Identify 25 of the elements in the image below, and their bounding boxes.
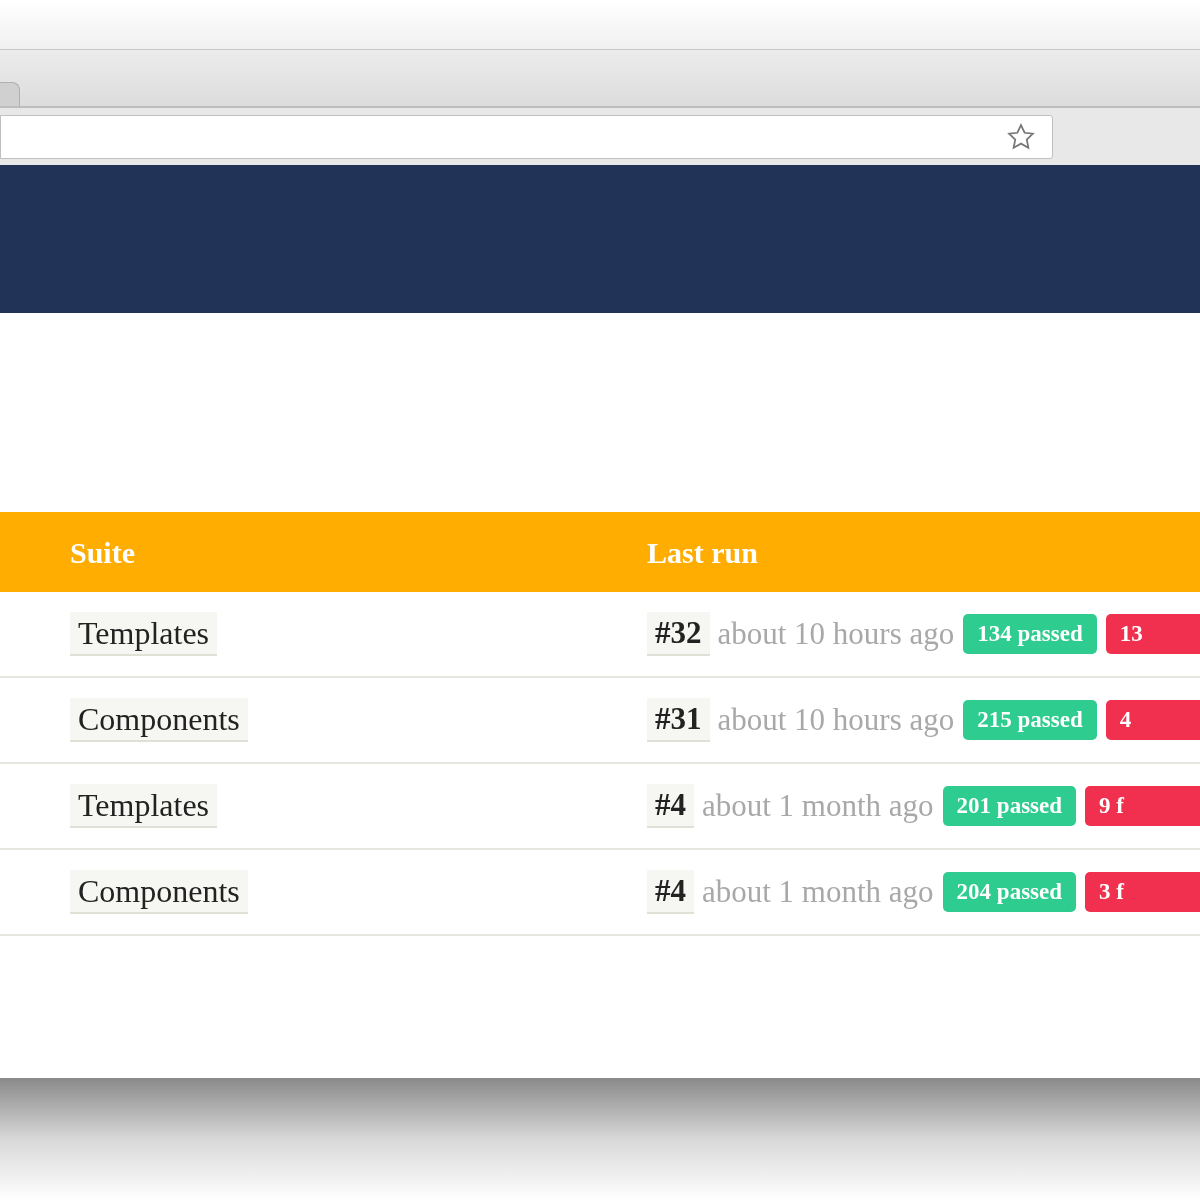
passed-badge: 215 passed <box>963 700 1097 740</box>
run-time: about 10 hours ago <box>717 700 955 739</box>
suite-chip[interactable]: Templates <box>70 612 218 656</box>
column-header: Last run <box>647 534 758 571</box>
suite-chip[interactable]: Components <box>70 870 248 914</box>
address-bar[interactable] <box>0 114 1053 159</box>
suite-chip[interactable]: Components <box>70 698 248 742</box>
run-time: about 1 month ago <box>702 786 934 825</box>
star-icon[interactable] <box>1006 121 1036 152</box>
failed-badge: 4 <box>1105 700 1200 740</box>
run-number[interactable]: #32 <box>647 612 710 656</box>
column-header: Suite <box>70 534 136 571</box>
failed-badge: 9 f <box>1085 786 1200 826</box>
passed-badge: 134 passed <box>963 614 1097 654</box>
passed-badge: 204 passed <box>942 872 1077 912</box>
passed-badge: 201 passed <box>942 786 1077 826</box>
failed-badge: 3 f <box>1085 872 1200 912</box>
browser-tab[interactable] <box>0 82 20 106</box>
failed-badge: 13 <box>1105 614 1200 654</box>
run-number[interactable]: #4 <box>647 784 694 828</box>
suite-chip[interactable]: Templates <box>70 784 218 828</box>
run-time: about 10 hours ago <box>717 614 955 653</box>
run-number[interactable]: #4 <box>647 870 694 914</box>
run-time: about 1 month ago <box>702 872 934 911</box>
run-number[interactable]: #31 <box>647 698 710 742</box>
